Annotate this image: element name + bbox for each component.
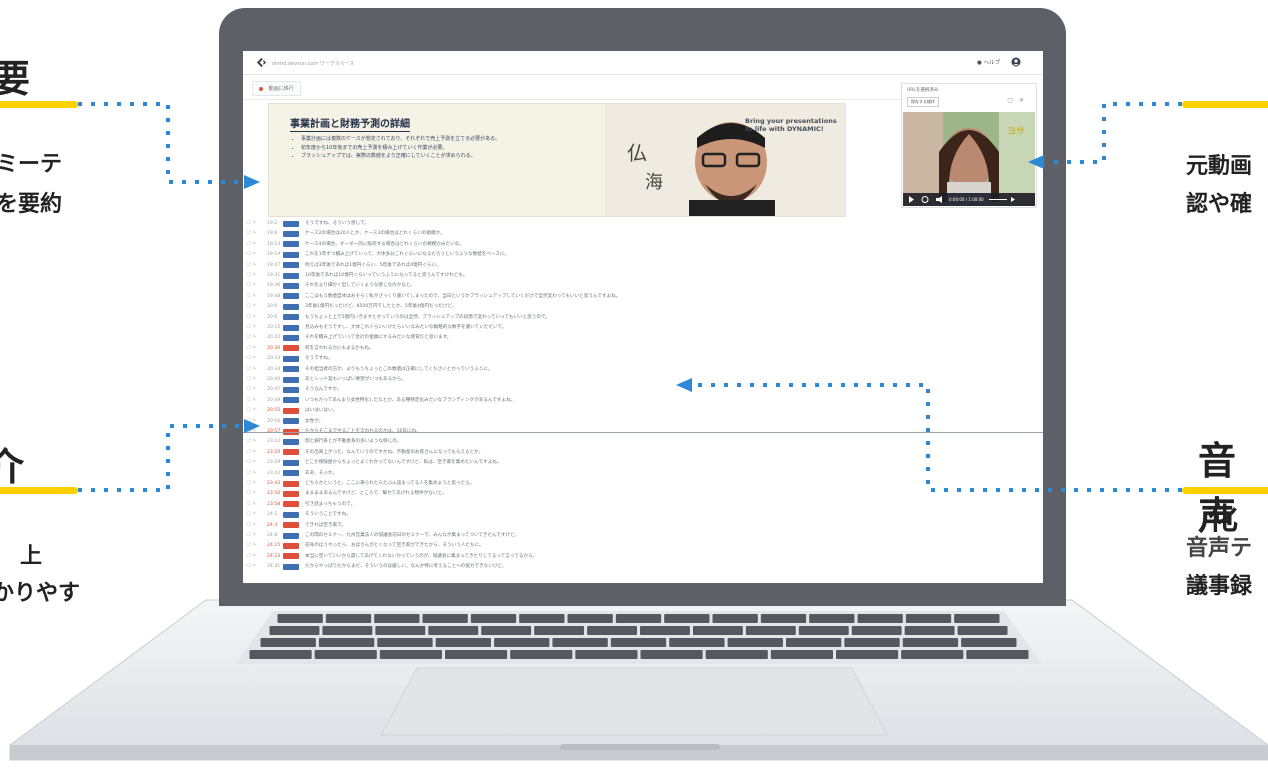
connector-voice — [692, 383, 1182, 492]
connector-video — [1052, 102, 1182, 164]
arrow-left-icon — [676, 378, 692, 392]
connector-intro — [78, 424, 240, 492]
connector-summary — [78, 102, 240, 184]
arrow-right-icon — [244, 175, 260, 189]
arrow-left-icon — [1028, 155, 1044, 169]
arrow-right-icon — [244, 419, 260, 433]
connector-arrows — [78, 102, 1182, 492]
